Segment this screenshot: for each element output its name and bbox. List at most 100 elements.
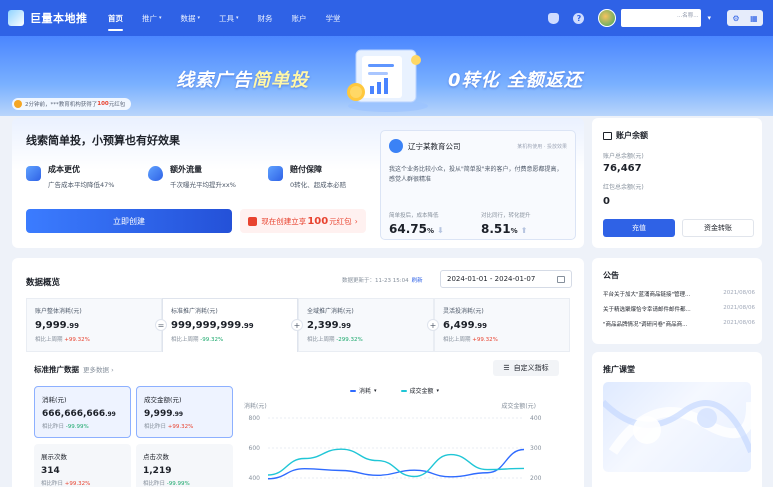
metric-decimals: .99 (474, 322, 488, 330)
y-axis-right-label: 成交金额(元) (501, 402, 536, 410)
banner-left-slogan: 线索广告简单投 (176, 66, 309, 92)
std-metric-card[interactable]: 消耗(元) 666,666,666.99 相比昨日 -99.99% (34, 386, 131, 438)
case-stat: 对比同行，转化提升 8.51% ⬆ (481, 211, 531, 236)
feature-desc: 广告成本平均降低47% (48, 181, 115, 189)
redbag-prefix: 现在创建立享 (261, 216, 307, 226)
std-metric-label: 成交金额(元) (144, 396, 182, 404)
legend-item[interactable]: 消耗 ▾ (350, 386, 389, 395)
avatar (598, 9, 617, 27)
feature-guarantee: 赔付保障 0转化、超成本必赔 (268, 164, 346, 189)
metric-value: 6,499 (443, 320, 475, 331)
std-title: 标准推广数据 (34, 365, 79, 374)
metric-label: 标准推广消耗(元) (171, 308, 218, 315)
std-metric-value: 1,219 (143, 466, 172, 476)
notice-item[interactable]: "商品品牌情况"调研问卷"商品商... 2021/08/06 (603, 320, 755, 328)
update-time: 数据更新于：11-23 15:04 刷新 (342, 276, 423, 284)
create-now-button[interactable]: 立即创建 (26, 209, 232, 233)
nav-item-6[interactable]: 学堂 (326, 0, 341, 36)
shield-icon (268, 166, 283, 181)
legend-item[interactable]: 成交金额 ▾ (400, 386, 452, 395)
notice-text: 平台关于加大"蓝涌商品链接"管理... (603, 292, 691, 298)
banner-slogan-part-a: 线索广告 (176, 70, 252, 91)
std-metric-card[interactable]: 展示次数 314 相比昨日 +99.32% (34, 444, 131, 487)
nav-item-2[interactable]: 数据 ▾ (181, 0, 201, 36)
std-metric-card[interactable]: 成交金额(元) 9,999.99 相比昨日 +99.32% (136, 386, 233, 438)
notice-item[interactable]: 平台关于加大"蓝涌商品链接"管理... 2021/08/06 (603, 290, 755, 298)
metric-tab[interactable]: 灵活投消耗(元) 6,499.99 相比上周期 +99.32% (434, 298, 570, 352)
std-metric-label: 展示次数 (41, 453, 67, 461)
redbag-suffix: 元红包 (329, 216, 352, 226)
refresh-link[interactable]: 刷新 (412, 278, 423, 284)
notice-date: 2021/08/06 (723, 305, 755, 311)
metric-label: 全域推广消耗(元) (307, 308, 354, 315)
feature-desc: 千次曝光平均提升xx% (170, 181, 236, 189)
feature-name: 成本更优 (48, 165, 80, 174)
update-text: 数据更新于：11-23 15:04 (342, 278, 409, 284)
nav-item-5[interactable]: 账户 (292, 0, 307, 36)
redbag-balance-value: 0 (603, 196, 610, 207)
course-card[interactable]: 推广课堂 (592, 352, 762, 487)
std-change-label: 相比昨日 (41, 481, 64, 487)
ticker-suffix: 元红包 (108, 102, 126, 108)
settings-button[interactable]: ⚙ ▦ (727, 10, 763, 26)
nav-item-0[interactable]: 首页 (108, 0, 123, 36)
y-tick-left: 400 (249, 475, 261, 482)
redbag-offer-button[interactable]: 现在创建立享 100 元红包 › (240, 209, 366, 233)
std-change-label: 相比昨日 (144, 424, 167, 430)
std-metric-value: 314 (41, 466, 60, 476)
arrow-up-icon: ⬆ (520, 226, 528, 235)
notification-bell-icon[interactable] (548, 12, 560, 24)
notice-date: 2021/08/06 (723, 290, 755, 296)
transfer-button[interactable]: 资金转账 (682, 219, 754, 237)
std-change: +99.32% (167, 424, 194, 430)
company-logo (389, 139, 403, 153)
nav-item-1[interactable]: 推广 ▾ (142, 0, 162, 36)
custom-metrics-label: 自定义指标 (513, 364, 549, 372)
balance-label: 账户总余额(元) (603, 153, 644, 160)
nav-label: 首页 (108, 13, 123, 23)
promo-banner[interactable]: 线索广告简单投 0转化 全额返还 2分钟前， ***教育机构获得了 100 元红包 (0, 36, 773, 116)
metric-change-label: 相比上周期 (171, 337, 199, 343)
wallet-icon (603, 131, 612, 140)
chart-legend: 消耗 ▾ 成交金额 ▾ (350, 386, 463, 395)
metric-tab[interactable]: 账户整体消耗(元) 9,999.99 相比上周期 +99.32% = (26, 298, 167, 352)
std-metric-label: 点击次数 (143, 453, 169, 461)
banner-slogan-part-b: 简单投 (252, 70, 309, 91)
app-name: 巨量本地推 (30, 12, 88, 25)
recharge-button[interactable]: 充值 (603, 219, 675, 237)
chevron-down-icon: ▾ (197, 15, 201, 21)
chevron-down-icon: ▾ (159, 15, 162, 21)
metric-change-label: 相比上周期 (35, 337, 63, 343)
more-data-link[interactable]: 更多数据 › (83, 366, 114, 374)
case-quote: 我这个业务比较小众，投从"简单投"来的客户，付费意愿都提高，感觉人群很精准 (389, 166, 563, 183)
main-nav: 首页 推广 ▾ 数据 ▾ 工具 ▾ 财务 账户 学堂 (108, 0, 360, 36)
notice-title: 公告 (603, 271, 619, 280)
customer-case-card: 辽宁某教育公司 某机构使用 · 投放效果 我这个业务比较小众，投从"简单投"来的… (380, 130, 576, 240)
custom-metrics-button[interactable]: ☰ 自定义指标 (493, 360, 559, 376)
metric-tab[interactable]: 全域推广消耗(元) 2,399.99 相比上周期 -299.32% + (298, 298, 439, 352)
date-range-picker[interactable]: 2024-01-01 - 2024-01-07 (440, 270, 572, 288)
gear-icon: ⚙ (732, 13, 740, 23)
help-icon[interactable]: ? (573, 12, 585, 24)
nav-item-3[interactable]: 工具 ▾ (219, 0, 239, 36)
case-company: 辽宁某教育公司 (408, 141, 461, 151)
metric-change: +99.32% (64, 337, 90, 343)
nav-label: 工具 (219, 13, 235, 23)
metric-tab[interactable]: 标准推广消耗(元) 999,999,999.99 相比上周期 -99.32% + (162, 298, 303, 352)
metric-change-label: 相比上周期 (443, 337, 471, 343)
ticker-prefix: 2分钟前， (25, 102, 51, 108)
redbag-balance-label: 红包总余额(元) (603, 184, 644, 191)
case-stat-label: 简单投后，成本降低 (389, 213, 439, 219)
user-menu[interactable]: ...名称... ▾ (598, 9, 711, 27)
app-logo[interactable]: 巨量本地推 (8, 10, 100, 26)
y-tick-left: 800 (249, 415, 261, 422)
std-change-label: 相比昨日 (143, 481, 166, 487)
std-metric-card[interactable]: 点击次数 1,219 相比昨日 -99.99% (136, 444, 233, 487)
notice-item[interactable]: 关于精选聚爆恰令幸请邮件邮件都... 2021/08/06 (603, 305, 755, 313)
announcement-card: 公告 平台关于加大"蓝涌商品链接"管理... 2021/08/06 关于精选聚爆恰令… (592, 258, 762, 344)
nav-item-4[interactable]: 财务 (258, 0, 273, 36)
legend-swatch (350, 389, 356, 392)
apps-grid-icon: ▦ (750, 13, 758, 23)
case-stat-value: 64.75 (389, 222, 427, 236)
course-carousel-image[interactable] (603, 382, 751, 472)
